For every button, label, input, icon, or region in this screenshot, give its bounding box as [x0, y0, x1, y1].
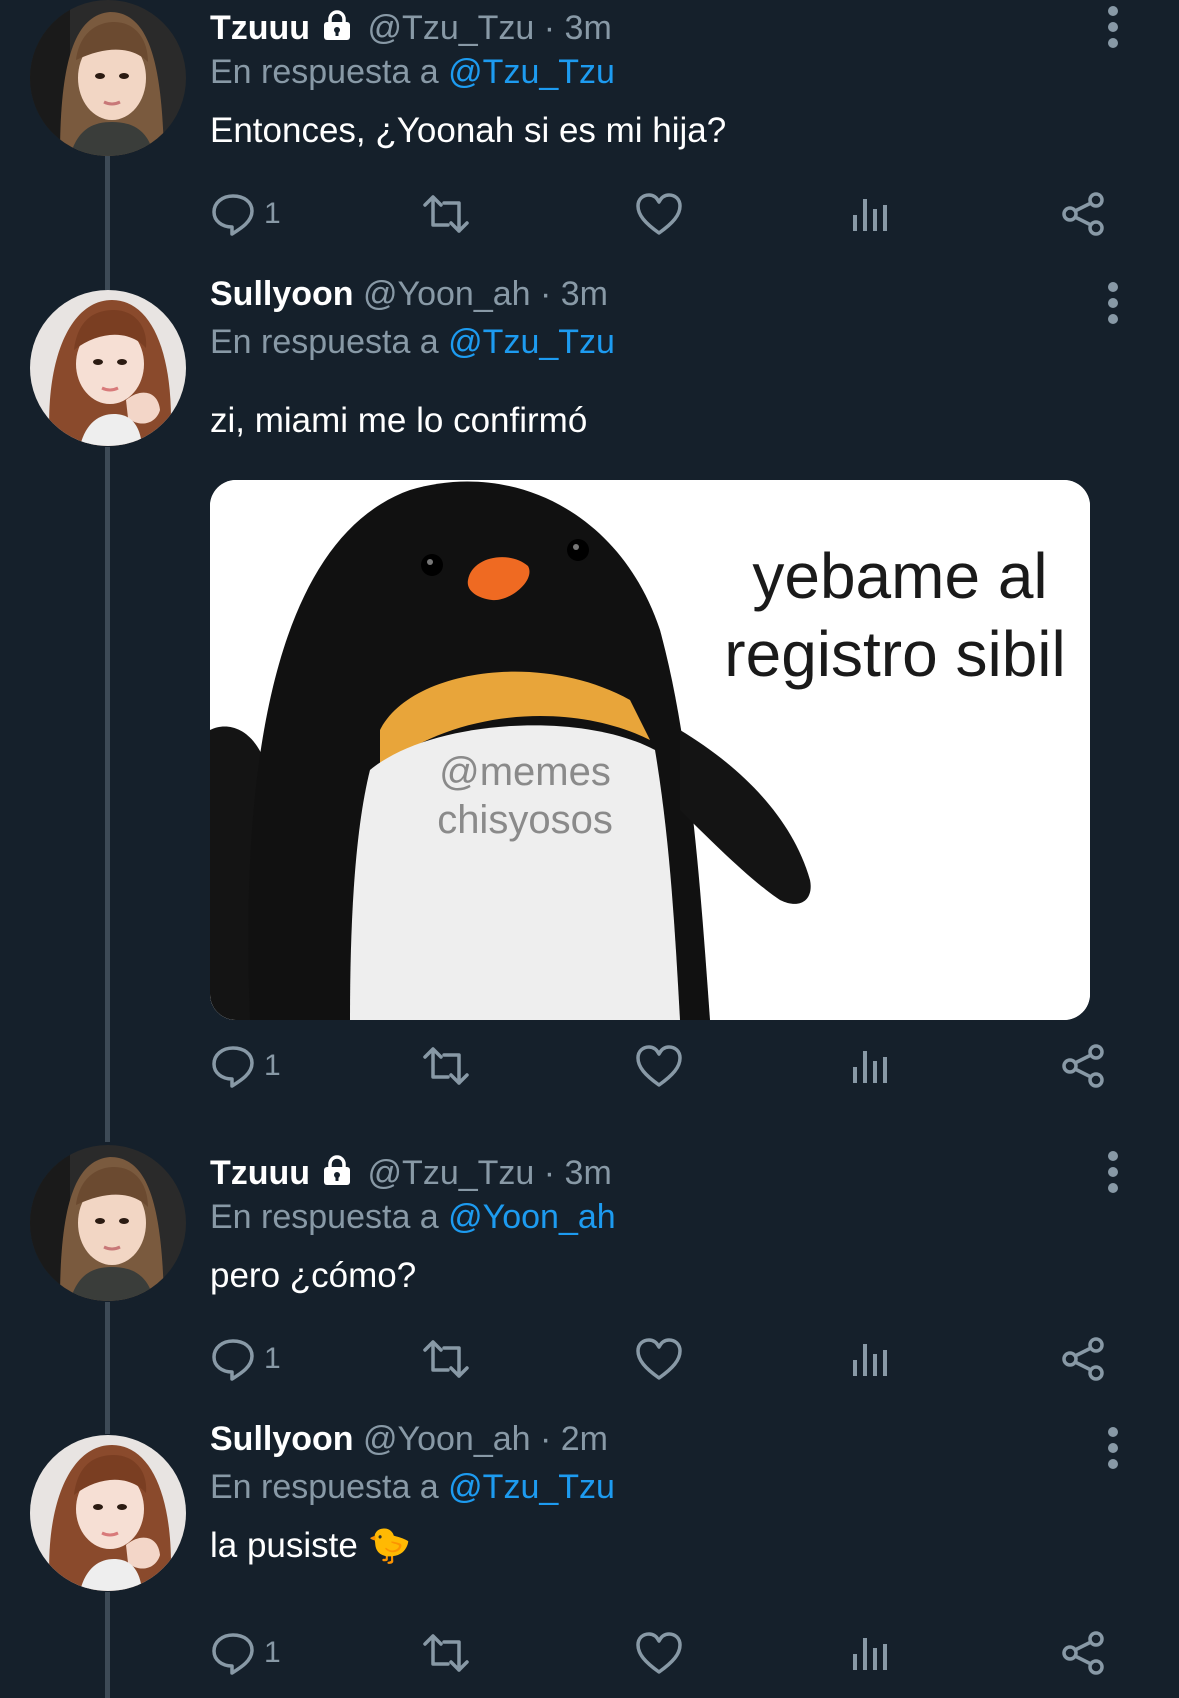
meme-caption-line1: yebame al [752, 540, 1048, 612]
heart-icon [636, 193, 682, 235]
analytics-icon [853, 1344, 887, 1376]
thread-line [105, 1592, 110, 1698]
reply-icon [212, 1046, 254, 1088]
share-icon [1062, 192, 1104, 236]
heart-icon [636, 1632, 682, 1674]
user-handle[interactable]: @Yoon_ah [363, 275, 531, 313]
avatar[interactable] [30, 1145, 186, 1301]
lock-icon [320, 9, 354, 50]
lock-icon [320, 1154, 354, 1195]
share-button[interactable] [1060, 1331, 1106, 1387]
tweet-header: Sullyoon @Yoon_ah · 2m [210, 1419, 608, 1459]
tweet-media-image[interactable]: yebame al registro sibil @memes chisyoso… [210, 480, 1090, 1020]
user-handle[interactable]: @Tzu_Tzu [368, 1154, 535, 1192]
analytics-button[interactable] [850, 186, 890, 242]
tweet-header: Sullyoon @Yoon_ah · 3m [210, 274, 608, 314]
retweet-button[interactable] [420, 186, 472, 242]
thread-line [105, 1302, 110, 1434]
display-name[interactable]: Tzuuu [210, 9, 310, 47]
like-button[interactable] [635, 1038, 683, 1094]
retweet-icon [423, 1047, 469, 1085]
meme-watermark-line1: @memes [439, 750, 611, 794]
action-bar: 1 [210, 1331, 1110, 1387]
reply-mention-link[interactable]: @Tzu_Tzu [448, 1468, 615, 1506]
more-options-icon[interactable] [1105, 6, 1121, 54]
share-button[interactable] [1060, 186, 1106, 242]
analytics-icon [853, 1051, 887, 1083]
thread-line [105, 447, 110, 1142]
tweet-header: Tzuuu @Tzu_Tzu · 3m [210, 8, 612, 50]
reply-prefix: En respuesta a [210, 53, 439, 91]
reply-prefix: En respuesta a [210, 1198, 439, 1236]
timestamp[interactable]: · 2m [540, 1420, 608, 1458]
action-bar: 1 [210, 1625, 1110, 1681]
retweet-icon [423, 1634, 469, 1672]
share-icon [1062, 1337, 1104, 1381]
share-button[interactable] [1060, 1038, 1106, 1094]
reply-mention-link[interactable]: @Tzu_Tzu [448, 323, 615, 361]
like-button[interactable] [635, 1625, 683, 1681]
heart-icon [636, 1045, 682, 1087]
retweet-button[interactable] [420, 1038, 472, 1094]
reply-prefix: En respuesta a [210, 1468, 439, 1506]
more-options-icon[interactable] [1105, 282, 1121, 330]
reply-button[interactable]: 1 [210, 1625, 281, 1681]
reply-button[interactable]: 1 [210, 186, 281, 242]
reply-button[interactable]: 1 [210, 1038, 281, 1094]
more-options-icon[interactable] [1105, 1151, 1121, 1199]
avatar[interactable] [30, 1435, 186, 1591]
analytics-button[interactable] [850, 1331, 890, 1387]
user-handle[interactable]: @Yoon_ah [363, 1420, 531, 1458]
retweet-button[interactable] [420, 1331, 472, 1387]
reply-context: En respuesta a @Tzu_Tzu [210, 1467, 615, 1507]
timestamp[interactable]: · 3m [544, 9, 612, 47]
action-bar: 1 [210, 1038, 1110, 1094]
more-options-icon[interactable] [1105, 1427, 1121, 1475]
retweet-button[interactable] [420, 1625, 472, 1681]
analytics-button[interactable] [850, 1038, 890, 1094]
analytics-button[interactable] [850, 1625, 890, 1681]
display-name[interactable]: Sullyoon [210, 275, 354, 313]
timestamp[interactable]: · 3m [540, 275, 608, 313]
reply-context: En respuesta a @Tzu_Tzu [210, 52, 615, 92]
reply-icon [212, 194, 254, 236]
share-icon [1062, 1044, 1104, 1088]
reply-count: 1 [264, 1636, 281, 1669]
display-name[interactable]: Tzuuu [210, 1154, 310, 1192]
like-button[interactable] [635, 186, 683, 242]
reply-count: 1 [264, 1049, 281, 1082]
tweet-header: Tzuuu @Tzu_Tzu · 3m [210, 1153, 612, 1195]
analytics-icon [853, 1638, 887, 1670]
reply-mention-link[interactable]: @Yoon_ah [448, 1198, 616, 1236]
reply-icon [212, 1633, 254, 1675]
meme-caption-line2: registro sibil [724, 618, 1066, 690]
heart-icon [636, 1338, 682, 1380]
retweet-icon [423, 195, 469, 233]
tweet-text: la pusiste 🐤 [210, 1526, 412, 1565]
reply-prefix: En respuesta a [210, 323, 439, 361]
like-button[interactable] [635, 1331, 683, 1387]
meme-watermark-line2: chisyosos [437, 798, 613, 842]
tweet-text: pero ¿cómo? [210, 1256, 417, 1295]
analytics-icon [853, 199, 887, 231]
avatar[interactable] [30, 0, 186, 156]
user-handle[interactable]: @Tzu_Tzu [368, 9, 535, 47]
tweet-text: zi, miami me lo confirmó [210, 401, 588, 440]
display-name[interactable]: Sullyoon [210, 1420, 354, 1458]
avatar[interactable] [30, 290, 186, 446]
share-icon [1062, 1631, 1104, 1675]
share-button[interactable] [1060, 1625, 1106, 1681]
reply-icon [212, 1339, 254, 1381]
reply-mention-link[interactable]: @Tzu_Tzu [448, 53, 615, 91]
reply-context: En respuesta a @Tzu_Tzu [210, 322, 615, 362]
tweet-text: Entonces, ¿Yoonah si es mi hija? [210, 111, 727, 150]
timestamp[interactable]: · 3m [544, 1154, 612, 1192]
reply-count: 1 [264, 1342, 281, 1375]
reply-button[interactable]: 1 [210, 1331, 281, 1387]
thread-line [105, 155, 110, 290]
action-bar: 1 [210, 186, 1110, 242]
retweet-icon [423, 1340, 469, 1378]
reply-context: En respuesta a @Yoon_ah [210, 1197, 616, 1237]
reply-count: 1 [264, 197, 281, 230]
